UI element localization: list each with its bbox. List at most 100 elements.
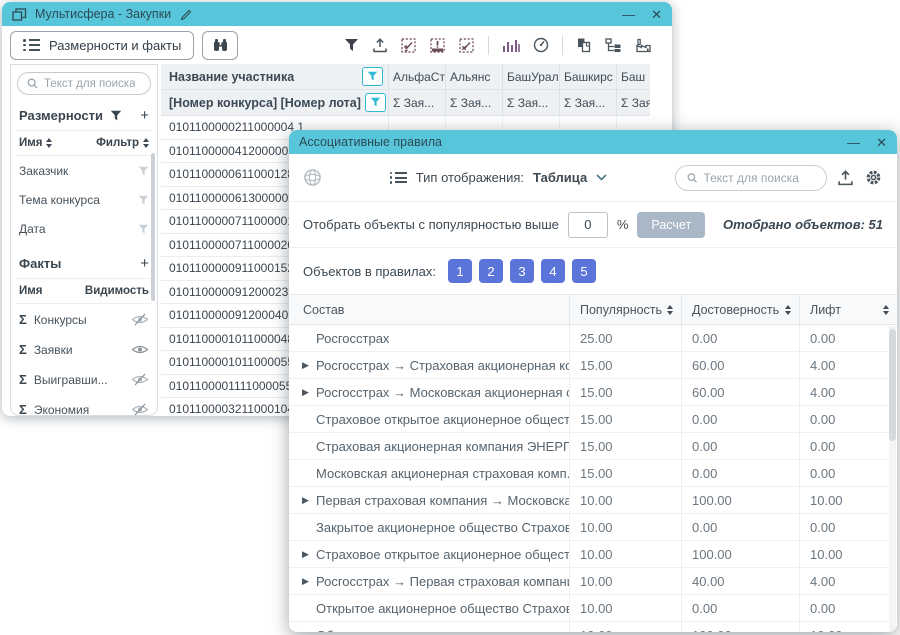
rule-row[interactable]: ▶ Росгосстрах → Московская акционерная с… [289, 379, 897, 406]
rule-row[interactable]: ▶ Страховое открытое акционерное общест.… [289, 406, 897, 433]
eye-hidden-icon[interactable] [131, 373, 149, 386]
minimize-button[interactable]: — [847, 136, 860, 149]
col-dimension-header[interactable]: [Номер конкурса] [Номер лота] [161, 90, 389, 115]
rule-row[interactable]: ▶ Открытое акционерное общество Страхов.… [289, 595, 897, 622]
copy-icon[interactable] [576, 37, 592, 53]
measure-header[interactable]: Σ Зая... [503, 90, 560, 115]
rules-table: Состав Популярность Достоверность Лифт ▶ [289, 294, 897, 632]
filter-icon[interactable] [110, 110, 122, 122]
sigma-icon: Σ [19, 342, 27, 357]
facts-columns: Имя Видимость [16, 279, 152, 304]
histogram-icon[interactable] [502, 38, 520, 53]
rule-row[interactable]: ▶ Первая страховая компания → Московска.… [289, 487, 897, 514]
rules-scrollbar-thumb[interactable] [889, 329, 896, 441]
pivot-header-row2: [Номер конкурса] [Номер лота] Σ Зая...Σ … [161, 90, 650, 116]
rule-size-button[interactable]: 1 [448, 259, 472, 283]
column-header[interactable]: АльфаСтр [389, 64, 446, 89]
close-button[interactable]: ✕ [876, 136, 887, 149]
filter-icon[interactable] [344, 38, 359, 53]
column-header-popularity[interactable]: Популярность [569, 295, 681, 324]
edit-icon[interactable] [179, 8, 192, 20]
expand-icon[interactable]: ▶ [302, 576, 316, 587]
sort-icon[interactable] [883, 305, 889, 315]
export-icon[interactable] [372, 38, 388, 53]
rule-row[interactable]: ▶ Росгосстрах → Страховая акционерная ко… [289, 352, 897, 379]
settings-gear-icon[interactable] [864, 168, 883, 187]
column-name[interactable]: Имя [19, 137, 52, 149]
column-header[interactable]: Альянс [446, 64, 503, 89]
expand-icon[interactable]: ▶ [302, 630, 316, 633]
rule-size-button[interactable]: 2 [479, 259, 503, 283]
rule-size-button[interactable]: 3 [510, 259, 534, 283]
dimension-item[interactable]: Заказчик [16, 156, 152, 185]
calculate-button[interactable]: Расчет [637, 212, 705, 238]
dimension-item[interactable]: Дата [16, 214, 152, 243]
popularity-threshold-input[interactable] [568, 212, 608, 238]
sidebar-scrollbar[interactable] [151, 153, 155, 301]
column-header-composition[interactable]: Состав [289, 295, 569, 324]
add-dimension-button[interactable]: + [140, 107, 149, 124]
sphere-icon[interactable] [303, 168, 322, 187]
export-icon[interactable] [837, 170, 854, 186]
rule-row[interactable]: ▶ Росгосстрах 25.00 0.00 0.00 [289, 325, 897, 352]
rule-size-button[interactable]: 4 [541, 259, 565, 283]
add-fact-button[interactable]: + [140, 255, 149, 272]
warning-note-icon[interactable] [430, 38, 446, 53]
dimension-item[interactable]: Тема конкурса [16, 185, 152, 214]
rule-row[interactable]: ▶ Страховое открытое акционерное общест.… [289, 541, 897, 568]
filter-button[interactable] [365, 93, 386, 112]
display-type-selector[interactable]: Тип отображения: Таблица [390, 170, 607, 185]
filter-icon[interactable] [138, 195, 149, 206]
filter-button[interactable] [362, 67, 383, 86]
eye-hidden-icon[interactable] [131, 403, 149, 416]
column-header[interactable]: Башкирс [560, 64, 617, 89]
dialog-search[interactable] [675, 165, 827, 191]
dialog-search-input[interactable] [703, 171, 815, 185]
measure-header[interactable]: Σ Зая... [617, 90, 650, 115]
rule-row[interactable]: ▶ Закрытое акционерное общество Страхов.… [289, 514, 897, 541]
remove-note-icon[interactable] [459, 38, 475, 53]
minimize-button[interactable]: — [622, 8, 635, 21]
dimensions-facts-button[interactable]: Размерности и факты [10, 31, 194, 60]
factory-icon[interactable] [635, 38, 652, 53]
hierarchy-icon[interactable] [605, 38, 622, 53]
filter-icon[interactable] [138, 166, 149, 177]
column-header-lift[interactable]: Лифт [799, 295, 897, 324]
expand-icon[interactable]: ▶ [302, 495, 316, 506]
expand-icon[interactable]: ▶ [302, 360, 316, 371]
row-dimension-header[interactable]: Название участника [161, 64, 389, 89]
measure-header[interactable]: Σ Зая... [389, 90, 446, 115]
search-binoculars-button[interactable] [202, 31, 238, 60]
fact-item[interactable]: Σ Заявки [16, 334, 152, 364]
column-filter[interactable]: Фильтр [96, 137, 149, 149]
rule-row[interactable]: ▶ Московская акционерная страховая комп.… [289, 460, 897, 487]
close-button[interactable]: ✕ [651, 8, 662, 21]
fact-item[interactable]: Σ Выигравши... [16, 364, 152, 394]
main-titlebar: Мультисфера - Закупки — ✕ [2, 2, 672, 26]
gauge-icon[interactable] [533, 37, 549, 53]
sidebar-search-placeholder: Текст для поиска [44, 78, 135, 90]
expand-icon[interactable]: ▶ [302, 387, 316, 398]
expand-icon[interactable]: ▶ [302, 549, 316, 560]
column-header[interactable]: Баш [617, 64, 650, 89]
rule-row[interactable]: ▶ Об... 10.00 100.00 10.00 [289, 622, 897, 632]
fact-item[interactable]: Σ Конкурсы [16, 304, 152, 334]
sort-icon[interactable] [785, 305, 791, 315]
rule-row[interactable]: ▶ Страховая акционерная компания ЭНЕРГ..… [289, 433, 897, 460]
eye-visible-icon[interactable] [131, 343, 149, 356]
column-header[interactable]: БашУрал [503, 64, 560, 89]
column-header-confidence[interactable]: Достоверность [681, 295, 799, 324]
rule-row[interactable]: ▶ Росгосстрах → Первая страховая компани… [289, 568, 897, 595]
facts-section-header: Факты + [16, 249, 152, 279]
percent-label: % [617, 217, 629, 232]
sidebar-search[interactable]: Текст для поиска [17, 72, 151, 95]
sort-icon[interactable] [667, 305, 673, 315]
add-note-icon[interactable] [401, 38, 417, 53]
rule-size-button[interactable]: 5 [572, 259, 596, 283]
eye-hidden-icon[interactable] [131, 313, 149, 326]
filter-icon[interactable] [138, 224, 149, 235]
measure-header[interactable]: Σ Зая... [560, 90, 617, 115]
window-restore-icon[interactable] [12, 8, 27, 21]
fact-item[interactable]: Σ Экономия [16, 394, 152, 424]
measure-header[interactable]: Σ Зая... [446, 90, 503, 115]
